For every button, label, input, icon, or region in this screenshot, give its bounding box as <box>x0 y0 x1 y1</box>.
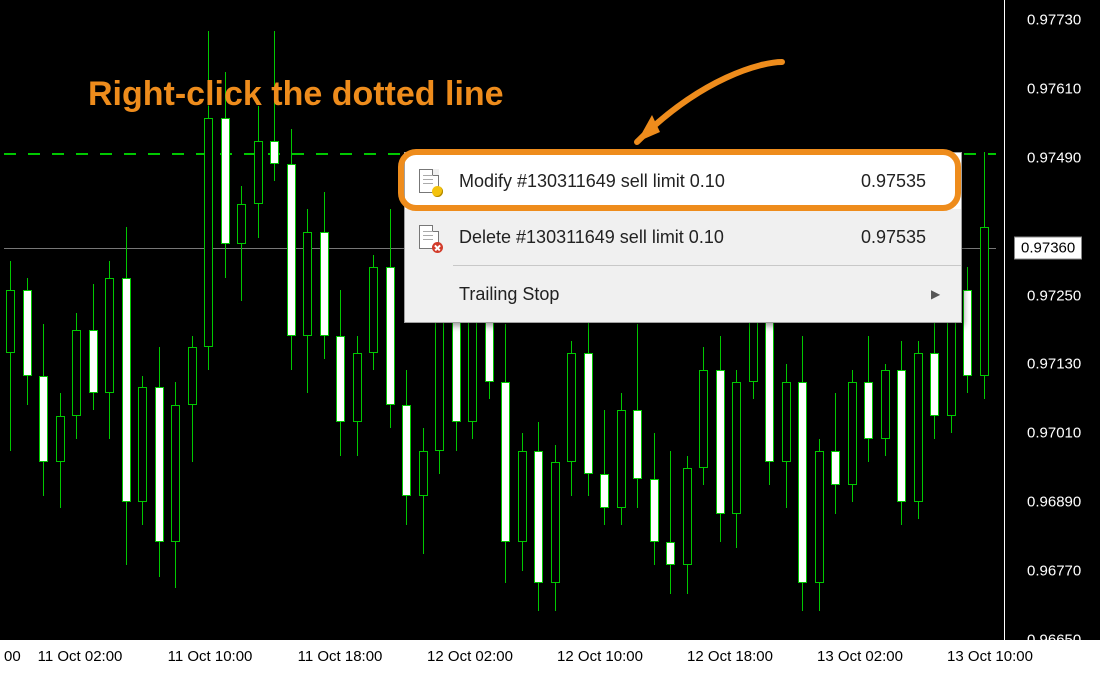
menu-item-label: Trailing Stop <box>453 284 931 305</box>
y-tick: 0.96890 <box>1027 495 1081 510</box>
document-modify-icon <box>405 169 453 193</box>
menu-item-price: 0.97535 <box>861 171 961 192</box>
x-tick: 12 Oct 10:00 <box>557 648 643 665</box>
x-tick: 11 Oct 10:00 <box>168 648 253 665</box>
y-tick: 0.97250 <box>1027 288 1081 303</box>
document-delete-icon <box>405 225 453 249</box>
menu-item-trailing-stop[interactable]: Trailing Stop ▶ <box>405 266 961 322</box>
x-tick: 13 Oct 10:00 <box>947 648 1033 665</box>
current-price-marker: 0.97360 <box>1014 237 1082 260</box>
context-menu: Modify #130311649 sell limit 0.10 0.9753… <box>404 152 962 323</box>
x-tick: 13 Oct 02:00 <box>817 648 903 665</box>
x-tick: 00 <box>4 648 21 665</box>
annotation-text: Right-click the dotted line <box>88 75 504 114</box>
y-tick: 0.97010 <box>1027 426 1081 441</box>
submenu-caret-icon: ▶ <box>931 287 961 301</box>
x-tick: 12 Oct 02:00 <box>427 648 513 665</box>
y-tick: 0.97490 <box>1027 150 1081 165</box>
menu-item-price: 0.97535 <box>861 227 961 248</box>
x-tick: 12 Oct 18:00 <box>687 648 773 665</box>
menu-item-modify-order[interactable]: Modify #130311649 sell limit 0.10 0.9753… <box>405 153 961 209</box>
y-tick: 0.96770 <box>1027 564 1081 579</box>
x-tick: 11 Oct 18:00 <box>298 648 383 665</box>
x-tick: 11 Oct 02:00 <box>38 648 123 665</box>
menu-item-delete-order[interactable]: Delete #130311649 sell limit 0.10 0.9753… <box>405 209 961 265</box>
x-axis: 00 11 Oct 02:00 11 Oct 10:00 11 Oct 18:00 12… <box>0 640 1100 690</box>
menu-item-label: Delete #130311649 sell limit 0.10 <box>453 227 861 248</box>
menu-item-label: Modify #130311649 sell limit 0.10 <box>453 171 861 192</box>
y-tick: 0.97130 <box>1027 357 1081 372</box>
y-tick: 0.97610 <box>1027 81 1081 96</box>
y-tick: 0.97730 <box>1027 13 1081 28</box>
y-axis: 0.97730 0.97610 0.97490 0.97250 0.97130 0.970… <box>1005 0 1100 640</box>
